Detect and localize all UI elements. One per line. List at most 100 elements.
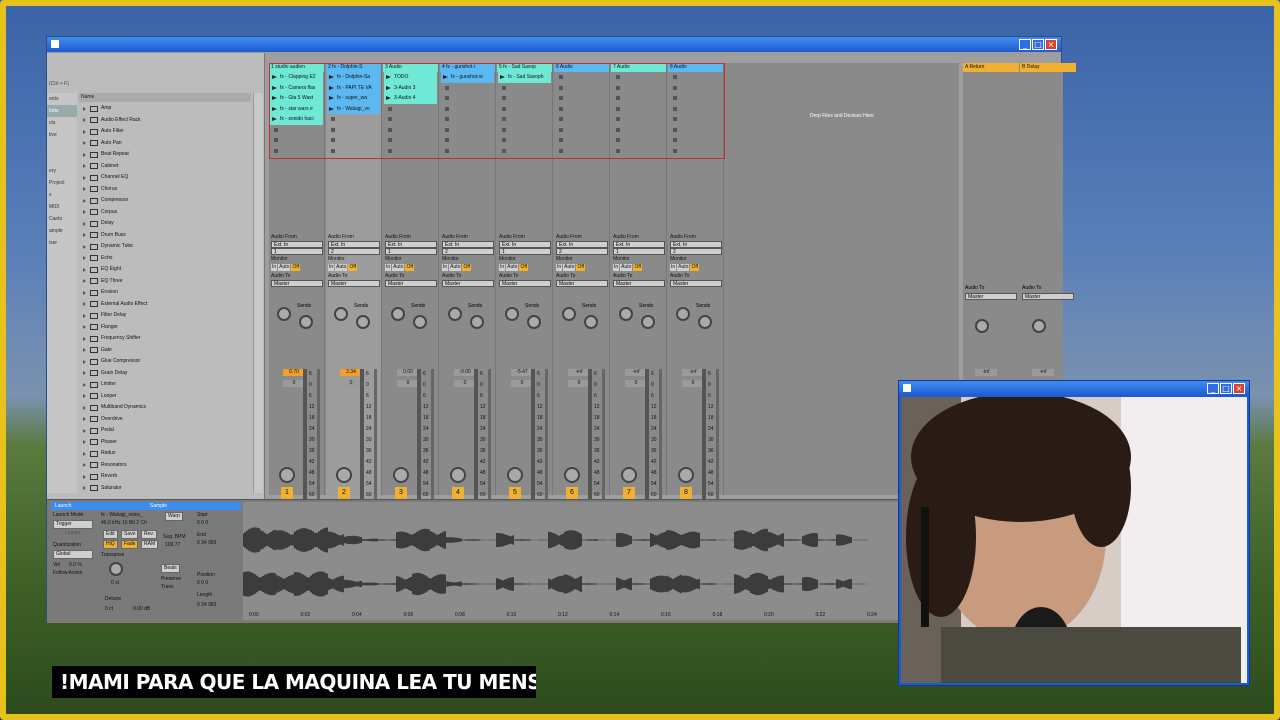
browser-item[interactable]: Frequency Shifter xyxy=(79,333,251,345)
expand-arrow-icon[interactable] xyxy=(83,359,86,364)
return-track-header[interactable]: B Delay xyxy=(1020,63,1076,72)
expand-arrow-icon[interactable] xyxy=(83,279,86,284)
monitor-off-button[interactable]: Off xyxy=(348,264,358,271)
empty-clip-slot[interactable] xyxy=(612,93,665,104)
sample-waveform[interactable]: 0:00 0:02 0:04 0:06 0:08 0:10 0:12 0:14 0:16 0:18… xyxy=(243,502,899,620)
track-activator-button[interactable]: 6 xyxy=(566,487,578,499)
browser-item[interactable]: EQ Three xyxy=(79,276,251,288)
output-select[interactable]: Master xyxy=(385,280,437,287)
browser-column-header[interactable]: Name xyxy=(79,93,251,102)
monitor-auto-button[interactable]: Auto xyxy=(677,264,690,271)
output-select[interactable]: Master xyxy=(613,280,665,287)
tab-launch[interactable]: Launch xyxy=(51,502,146,510)
webcam-maximize-button[interactable]: □ xyxy=(1220,383,1232,394)
volume-fader[interactable] xyxy=(545,369,548,514)
browser-item[interactable]: Looper xyxy=(79,391,251,403)
empty-clip-slot[interactable] xyxy=(270,135,323,146)
send-a-knob[interactable] xyxy=(505,307,519,321)
quantization-select[interactable]: Global xyxy=(53,550,93,559)
expand-arrow-icon[interactable] xyxy=(83,440,86,445)
return-output-select[interactable]: Master xyxy=(965,293,1017,300)
expand-arrow-icon[interactable] xyxy=(83,233,86,238)
expand-arrow-icon[interactable] xyxy=(83,371,86,376)
monitor-in-button[interactable]: In xyxy=(442,264,449,271)
browser-category-item[interactable]: iser xyxy=(47,237,77,249)
track-pan-value[interactable]: 0 xyxy=(397,380,419,387)
track-header[interactable]: 1 studio audien xyxy=(269,63,324,72)
browser-item[interactable]: Flanger xyxy=(79,322,251,334)
browser-item[interactable]: Delay xyxy=(79,218,251,230)
transpose-knob[interactable] xyxy=(109,562,123,576)
monitor-auto-button[interactable]: Auto xyxy=(392,264,405,271)
empty-clip-slot[interactable] xyxy=(498,104,551,115)
monitor-in-button[interactable]: In xyxy=(271,264,278,271)
input-type-select[interactable]: Ext. In xyxy=(499,241,551,248)
track-pan-value[interactable]: 0 xyxy=(283,380,305,387)
browser-item[interactable]: Dynamic Tube xyxy=(79,241,251,253)
expand-arrow-icon[interactable] xyxy=(83,451,86,456)
browser-scrollbar[interactable] xyxy=(253,93,263,493)
browser-item[interactable]: Erosion xyxy=(79,287,251,299)
browser-item[interactable]: Saturator xyxy=(79,483,251,495)
volume-fader[interactable] xyxy=(602,369,605,514)
browser-item[interactable]: Filter Delay xyxy=(79,310,251,322)
monitor-auto-button[interactable]: Auto xyxy=(335,264,348,271)
output-select[interactable]: Master xyxy=(271,280,323,287)
volume-fader[interactable] xyxy=(431,369,434,514)
browser-item[interactable]: Gate xyxy=(79,345,251,357)
expand-arrow-icon[interactable] xyxy=(83,348,86,353)
return-send-knob[interactable] xyxy=(975,319,989,333)
track-volume-value[interactable]: -inf xyxy=(682,369,704,376)
empty-clip-slot[interactable] xyxy=(555,114,608,125)
hiq-button[interactable]: HiQ xyxy=(103,540,118,549)
pan-knob[interactable] xyxy=(336,467,352,483)
empty-clip-slot[interactable] xyxy=(555,83,608,94)
pan-knob[interactable] xyxy=(507,467,523,483)
track-header[interactable]: 3 Audio xyxy=(383,63,438,72)
monitor-in-button[interactable]: In xyxy=(328,264,335,271)
track-activator-button[interactable]: 7 xyxy=(623,487,635,499)
expand-arrow-icon[interactable] xyxy=(83,267,86,272)
input-type-select[interactable]: Ext. In xyxy=(442,241,494,248)
browser-category-item[interactable]: Canto xyxy=(47,213,77,225)
monitor-auto-button[interactable]: Auto xyxy=(620,264,633,271)
browser-item[interactable]: Chorus xyxy=(79,184,251,196)
input-channel-select[interactable]: 2 xyxy=(328,248,380,255)
track-header[interactable]: 8 Audio xyxy=(668,63,723,72)
empty-clip-slot[interactable] xyxy=(669,72,722,83)
empty-clip-slot[interactable] xyxy=(384,114,437,125)
monitor-off-button[interactable]: Off xyxy=(576,264,586,271)
empty-clip-slot[interactable] xyxy=(669,93,722,104)
send-a-knob[interactable] xyxy=(448,307,462,321)
track-volume-value[interactable]: -inf xyxy=(568,369,590,376)
expand-arrow-icon[interactable] xyxy=(83,141,86,146)
empty-clip-slot[interactable] xyxy=(270,146,323,157)
send-b-knob[interactable] xyxy=(698,315,712,329)
empty-clip-slot[interactable] xyxy=(612,72,665,83)
track-header[interactable]: 4 fx - gunshot.r xyxy=(440,63,495,72)
output-select[interactable]: Master xyxy=(670,280,722,287)
expand-arrow-icon[interactable] xyxy=(83,106,86,111)
expand-arrow-icon[interactable] xyxy=(83,164,86,169)
empty-clip-slot[interactable] xyxy=(669,104,722,115)
input-channel-select[interactable]: 1 xyxy=(385,248,437,255)
browser-category-item[interactable]: ents xyxy=(47,93,77,105)
expand-arrow-icon[interactable] xyxy=(83,486,86,491)
expand-arrow-icon[interactable] xyxy=(83,313,86,318)
send-b-knob[interactable] xyxy=(470,315,484,329)
browser-category-item[interactable]: s xyxy=(47,189,77,201)
track-activator-button[interactable]: 2 xyxy=(338,487,350,499)
edit-button[interactable]: Edit xyxy=(103,530,118,539)
browser-item[interactable]: EQ Eight xyxy=(79,264,251,276)
volume-fader[interactable] xyxy=(716,369,719,514)
empty-clip-slot[interactable] xyxy=(612,114,665,125)
track-activator-button[interactable]: 1 xyxy=(281,487,293,499)
expand-arrow-icon[interactable] xyxy=(83,428,86,433)
send-b-knob[interactable] xyxy=(584,315,598,329)
close-button[interactable]: × xyxy=(1045,39,1057,50)
warp-mode-select[interactable]: Beats xyxy=(161,564,180,573)
browser-item[interactable]: External Audio Effect xyxy=(79,299,251,311)
browser-category-item[interactable]: MIDI xyxy=(47,201,77,213)
browser-item[interactable]: Amp xyxy=(79,103,251,115)
empty-clip-slot[interactable] xyxy=(555,135,608,146)
